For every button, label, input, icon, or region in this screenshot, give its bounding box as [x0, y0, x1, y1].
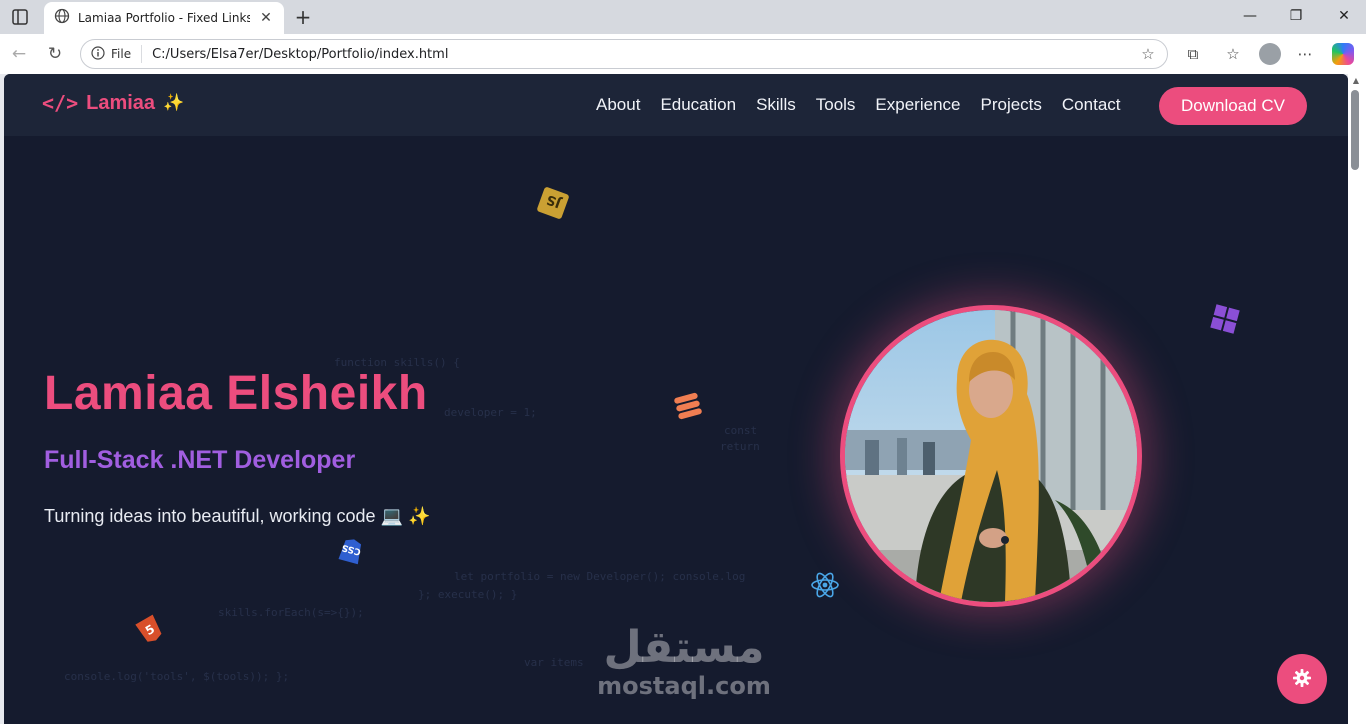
react-icon — [808, 568, 842, 606]
gear-icon — [1292, 668, 1312, 691]
hero-role: Full-Stack .NET Developer — [44, 446, 356, 474]
site-header: </> Lamiaa ✨ About Education Skills Tool… — [4, 74, 1348, 136]
more-options-icon[interactable]: ⋯ — [1294, 43, 1316, 65]
scroll-up-icon[interactable]: ▲ — [1350, 76, 1362, 86]
watermark-latin: mostaql.com — [597, 672, 771, 700]
globe-icon — [54, 8, 70, 28]
html5-icon: 5 — [134, 614, 166, 650]
code-decoration: developer = 1; — [444, 406, 537, 419]
code-decoration: var items — [524, 656, 584, 669]
hero-name: Lamiaa Elsheikh — [44, 367, 428, 420]
browser-tab-strip: Lamiaa Portfolio - Fixed Links ✕ + — ❐ ✕ — [0, 0, 1366, 34]
extensions-icon[interactable]: ⧉ — [1182, 43, 1204, 65]
close-tab-icon[interactable]: ✕ — [258, 10, 274, 26]
reload-icon[interactable]: ↻ — [44, 43, 66, 65]
nav-tools[interactable]: Tools — [816, 95, 856, 115]
info-icon — [91, 45, 105, 64]
brand-logo[interactable]: </> Lamiaa ✨ — [42, 91, 184, 115]
main-nav: About Education Skills Tools Experience … — [596, 74, 1121, 136]
address-label: File — [111, 47, 132, 61]
stack-icon — [670, 388, 706, 428]
code-decoration: }; execute(); } — [418, 588, 518, 601]
new-tab-icon[interactable]: + — [292, 6, 314, 28]
js-icon: JS — [536, 186, 570, 224]
scrollbar-thumb[interactable] — [1351, 90, 1359, 170]
hero-tagline: Turning ideas into beautiful, working co… — [44, 506, 431, 526]
nav-experience[interactable]: Experience — [875, 95, 960, 115]
windows-icon — [1208, 302, 1242, 340]
code-decoration: console.log('tools', $(tools)); }; — [64, 670, 290, 683]
profile-avatar[interactable] — [1259, 43, 1281, 65]
code-decoration: skills.forEach(s=>{}); — [218, 606, 364, 619]
settings-button[interactable] — [1277, 654, 1327, 704]
code-decoration: return — [720, 440, 760, 453]
nav-contact[interactable]: Contact — [1062, 95, 1121, 115]
css-icon: CSS — [336, 536, 366, 570]
brand-name: Lamiaa — [86, 91, 156, 114]
download-cv-button[interactable]: Download CV — [1159, 87, 1307, 125]
nav-skills[interactable]: Skills — [756, 95, 796, 115]
sparkle-icon: ✨ — [163, 93, 185, 113]
watermark-arabic: مستقل — [603, 622, 765, 673]
favorite-star-icon[interactable]: ☆ — [1137, 45, 1159, 63]
nav-projects[interactable]: Projects — [980, 95, 1041, 115]
favorites-icon[interactable]: ☆ — [1222, 43, 1244, 65]
tab-actions-icon[interactable] — [10, 7, 30, 27]
page-viewport: function skills() { developer = 1; const… — [4, 74, 1348, 724]
mostaql-watermark: مستقل mostaql.com — [594, 622, 774, 701]
profile-photo — [840, 305, 1142, 607]
tab-title: Lamiaa Portfolio - Fixed Links — [78, 11, 250, 25]
copilot-icon[interactable] — [1332, 43, 1354, 65]
code-brackets-icon: </> — [42, 91, 79, 115]
site-info[interactable]: File — [91, 45, 143, 64]
address-bar[interactable]: File C:/Users/Elsa7er/Desktop/Portfolio/… — [80, 39, 1168, 69]
address-url[interactable]: C:/Users/Elsa7er/Desktop/Portfolio/index… — [142, 47, 1137, 62]
scrollbar-track[interactable] — [1348, 74, 1366, 724]
close-window-icon[interactable]: ✕ — [1334, 6, 1354, 26]
code-decoration: let portfolio = new Developer(); console… — [454, 570, 746, 583]
nav-education[interactable]: Education — [660, 95, 736, 115]
back-icon[interactable]: ← — [8, 43, 30, 65]
browser-toolbar: ← ↻ File C:/Users/Elsa7er/Desktop/Portfo… — [0, 34, 1366, 74]
browser-tab[interactable]: Lamiaa Portfolio - Fixed Links ✕ — [44, 2, 284, 34]
code-decoration: const — [724, 424, 758, 437]
restore-icon[interactable]: ❐ — [1286, 6, 1306, 26]
nav-about[interactable]: About — [596, 95, 640, 115]
minimize-icon[interactable]: — — [1240, 6, 1260, 26]
